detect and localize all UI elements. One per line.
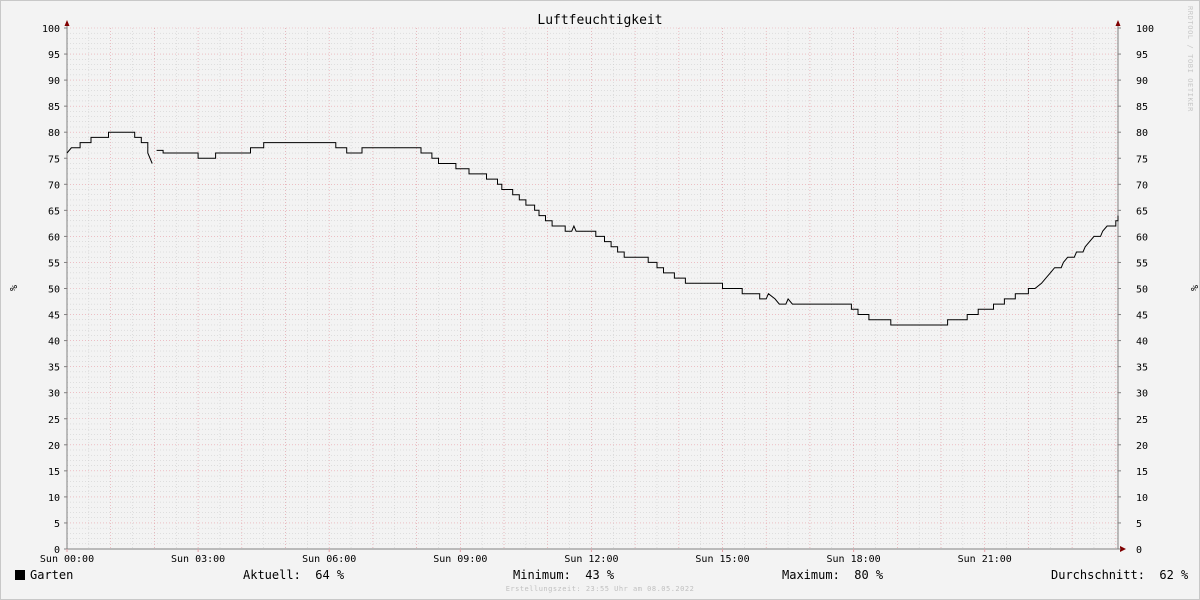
y-tick-label: 85	[1136, 102, 1148, 113]
y-tick-label: 20	[48, 441, 60, 452]
legend-min-label: Minimum:	[513, 568, 571, 582]
y-tick-label: 75	[48, 154, 60, 165]
y-tick-label: 95	[48, 50, 60, 61]
legend-average: Durchschnitt: 62 %	[1051, 568, 1188, 582]
rrdtool-watermark: RRDTOOL / TOBI OETIKER	[1186, 6, 1194, 112]
y-tick-label: 60	[48, 232, 60, 243]
axes	[64, 20, 1126, 552]
x-tick-label: Sun 18:00	[827, 554, 881, 565]
y-tick-label: 30	[1136, 389, 1148, 400]
x-tick-labels: Sun 00:00 Sun 03:00 Sun 06:00 Sun 09:00 Sun …	[40, 554, 1012, 565]
y-tick-label: 55	[48, 258, 60, 269]
y-tick-label: 75	[1136, 154, 1148, 165]
legend-maximum: Maximum: 80 %	[782, 568, 883, 582]
legend-avg-value: 62 %	[1159, 568, 1189, 582]
legend-series-name: Garten	[30, 568, 74, 582]
y-tick-label: 35	[1136, 363, 1148, 374]
y-tick-labels-right: 0 5 10 15 20 25 30 35 40 45 50 55 60 65 70 75 80 85 90 95 10…	[1136, 24, 1154, 556]
x-tick-label: Sun 06:00	[302, 554, 356, 565]
y-tick-label: 65	[1136, 206, 1148, 217]
y-tick-label: 65	[48, 206, 60, 217]
x-tick-label: Sun 21:00	[958, 554, 1012, 565]
y-tick-label: 30	[48, 389, 60, 400]
y-tick-label: 45	[1136, 311, 1148, 322]
y-axis-label-right: %	[1188, 285, 1199, 291]
y-tick-label: 0	[1136, 545, 1142, 556]
y-tick-label: 40	[48, 337, 60, 348]
series-garten	[66, 131, 1119, 326]
y-tick-label: 70	[48, 180, 60, 191]
legend-min-value: 43 %	[585, 568, 615, 582]
legend-max-value: 80 %	[854, 568, 884, 582]
y-tick-label: 45	[48, 311, 60, 322]
y-axis-arrow-right	[1115, 20, 1121, 26]
y-tick-label: 90	[48, 76, 60, 87]
y-tick-label: 95	[1136, 50, 1148, 61]
y-tick-label: 50	[1136, 285, 1148, 296]
major-grid	[67, 27, 1118, 549]
y-tick-label: 90	[1136, 76, 1148, 87]
y-tick-label: 40	[1136, 337, 1148, 348]
y-tick-label: 55	[1136, 258, 1148, 269]
y-tick-label: 10	[1136, 493, 1148, 504]
x-tick-label: Sun 15:00	[695, 554, 749, 565]
y-tick-label: 100	[1136, 24, 1154, 35]
y-tick-label: 50	[48, 285, 60, 296]
y-tick-label: 100	[42, 24, 60, 35]
legend-current-label: Aktuell:	[243, 568, 301, 582]
y-tick-label: 5	[54, 519, 60, 530]
series-line-segment	[156, 142, 1119, 326]
x-tick-label: Sun 09:00	[433, 554, 487, 565]
y-tick-label: 70	[1136, 180, 1148, 191]
y-axis-arrow-left	[64, 20, 70, 26]
x-tick-label: Sun 12:00	[564, 554, 618, 565]
y-tick-labels-left: 0510152025303540455055606570758085909510…	[42, 24, 60, 556]
y-tick-label: 80	[48, 128, 60, 139]
y-tick-label: 35	[48, 363, 60, 374]
legend-current-value: 64 %	[315, 568, 345, 582]
legend-max-label: Maximum:	[782, 568, 840, 582]
creation-time-footer: Erstellungszeit: 23:55 Uhr am 08.05.2022	[505, 585, 695, 593]
y-tick-label: 60	[1136, 232, 1148, 243]
y-tick-label: 25	[48, 415, 60, 426]
y-tick-label: 15	[1136, 467, 1148, 478]
legend-minimum: Minimum: 43 %	[513, 568, 614, 582]
y-tick-label: 5	[1136, 519, 1142, 530]
y-tick-label: 25	[1136, 415, 1148, 426]
y-tick-label: 85	[48, 102, 60, 113]
y-axis-label-left: %	[7, 285, 18, 291]
x-tick-label: Sun 00:00	[40, 554, 94, 565]
y-tick-label: 10	[48, 493, 60, 504]
y-tick-label: 80	[1136, 128, 1148, 139]
legend-avg-label: Durchschnitt:	[1051, 568, 1145, 582]
humidity-chart: 0 5 10 15 20 25 30 35 40 45 50 55 60 65 70 75 80 85 90 95 10…	[7, 13, 1199, 565]
x-tick-label: Sun 03:00	[171, 554, 225, 565]
y-tick-label: 15	[48, 467, 60, 478]
chart-title: Luftfeuchtigkeit	[537, 13, 662, 28]
legend-current: Aktuell: 64 %	[243, 568, 344, 582]
y-tick-label: 20	[1136, 441, 1148, 452]
legend-swatch	[15, 570, 25, 580]
